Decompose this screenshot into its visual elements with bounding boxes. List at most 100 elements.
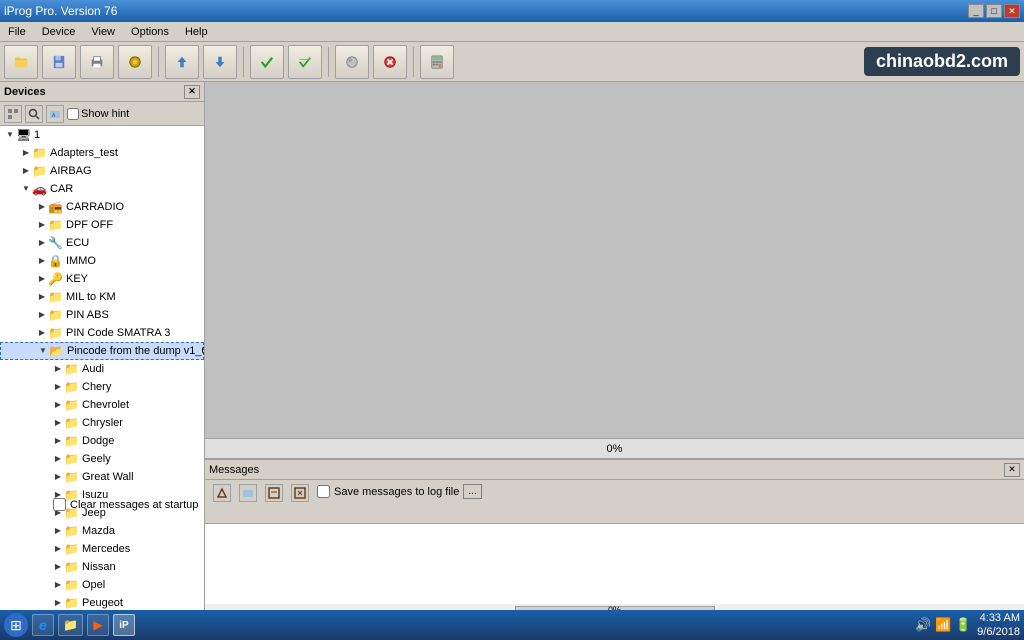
tree-label-peugeot: Peugeot: [82, 597, 123, 609]
upload-button[interactable]: [165, 45, 199, 79]
tree-item-car[interactable]: ▼🚗CAR: [0, 180, 204, 198]
tree-icon-airbag: 📁: [32, 164, 48, 178]
browse-button[interactable]: ...: [463, 484, 481, 499]
tree-icon-nissan: 📁: [64, 560, 80, 574]
taskbar-ie[interactable]: e: [32, 614, 54, 636]
msg-tb-1[interactable]: [213, 484, 231, 502]
stop-button[interactable]: [373, 45, 407, 79]
tree-label-chevrolet: Chevrolet: [82, 399, 129, 411]
toolbar-separator-3: [328, 47, 329, 77]
tree-item-miltokm[interactable]: ▶📁MIL to KM: [0, 288, 204, 306]
logo: chinaobd2.com: [864, 47, 1020, 76]
tree-item-greatwall[interactable]: ▶📁Great Wall: [0, 468, 204, 486]
tree-item-ecu[interactable]: ▶🔧ECU: [0, 234, 204, 252]
tree-item-pindump[interactable]: ▼📂Pincode from the dump v1_0_: [0, 342, 204, 360]
tree-item-immo[interactable]: ▶🔒IMMO: [0, 252, 204, 270]
collapsed-arrow-icon: ▶: [52, 417, 64, 429]
devices-header: Devices ✕: [0, 82, 204, 102]
tree-icon-pinabs: 📁: [48, 308, 64, 322]
tree-label-chery: Chery: [82, 381, 111, 393]
download-button[interactable]: [203, 45, 237, 79]
collapsed-arrow-icon: ▶: [52, 363, 64, 375]
tree-item-nissan[interactable]: ▶📁Nissan: [0, 558, 204, 576]
collapsed-arrow-icon: ▶: [20, 147, 32, 159]
tree-icon-mercedes: 📁: [64, 542, 80, 556]
expanded-arrow-icon: ▼: [37, 345, 49, 357]
collapsed-arrow-icon: ▶: [36, 237, 48, 249]
msg-tb-4[interactable]: [291, 484, 309, 502]
tree-item-airbag[interactable]: ▶📁AIRBAG: [0, 162, 204, 180]
check2-button[interactable]: [288, 45, 322, 79]
tree-icon-pindump: 📂: [49, 344, 65, 358]
tree-item-opel[interactable]: ▶📁Opel: [0, 576, 204, 594]
tree-icon-ecu: 🔧: [48, 236, 64, 250]
tree-item-root[interactable]: ▼🖥1: [0, 126, 204, 144]
taskbar-media[interactable]: ▶: [87, 614, 109, 636]
save-messages-checkbox[interactable]: [317, 485, 330, 498]
menu-view[interactable]: View: [87, 24, 119, 40]
tree-item-chevrolet[interactable]: ▶📁Chevrolet: [0, 396, 204, 414]
close-button[interactable]: ✕: [1004, 4, 1020, 18]
calculator-button[interactable]: [420, 45, 454, 79]
tree-label-root: 1: [34, 129, 40, 141]
messages-close-button[interactable]: ✕: [1004, 463, 1020, 477]
print-button[interactable]: [80, 45, 114, 79]
tree-item-audi[interactable]: ▶📁Audi: [0, 360, 204, 378]
devices-tb-1[interactable]: [4, 105, 22, 123]
run-button[interactable]: [335, 45, 369, 79]
tree-label-geely: Geely: [82, 453, 111, 465]
tree-icon-car: 🚗: [32, 182, 48, 196]
clock-date: 9/6/2018: [977, 625, 1020, 639]
tree-item-dpfoff[interactable]: ▶📁DPF OFF: [0, 216, 204, 234]
clear-messages-checkbox[interactable]: [53, 498, 66, 511]
maximize-button[interactable]: □: [986, 4, 1002, 18]
tree-item-dodge[interactable]: ▶📁Dodge: [0, 432, 204, 450]
toolbar-separator-4: [413, 47, 414, 77]
collapsed-arrow-icon: ▶: [36, 291, 48, 303]
menu-help[interactable]: Help: [181, 24, 212, 40]
collapsed-arrow-icon: ▶: [20, 165, 32, 177]
tree-item-pinabs[interactable]: ▶📁PIN ABS: [0, 306, 204, 324]
menu-file[interactable]: File: [4, 24, 30, 40]
minimize-button[interactable]: _: [968, 4, 984, 18]
tree-item-pincode3[interactable]: ▶📁PIN Code SMATRA 3: [0, 324, 204, 342]
open-button[interactable]: [4, 45, 38, 79]
main-area: Devices ✕ A Show hint ▼🖥1▶📁Adap: [0, 82, 1024, 618]
tree-icon-audi: 📁: [64, 362, 80, 376]
show-hint-label[interactable]: Show hint: [67, 108, 129, 120]
taskbar-iprog[interactable]: iP: [113, 614, 135, 636]
msg-tb-2[interactable]: [239, 484, 257, 502]
tree-item-chrysler[interactable]: ▶📁Chrysler: [0, 414, 204, 432]
tree-item-chery[interactable]: ▶📁Chery: [0, 378, 204, 396]
tree-item-mercedes[interactable]: ▶📁Mercedes: [0, 540, 204, 558]
devices-tb-3[interactable]: A: [46, 105, 64, 123]
tree-item-geely[interactable]: ▶📁Geely: [0, 450, 204, 468]
tree-label-audi: Audi: [82, 363, 104, 375]
connect-button[interactable]: [118, 45, 152, 79]
tree-icon-pincode3: 📁: [48, 326, 64, 340]
tree-label-pinabs: PIN ABS: [66, 309, 109, 321]
tree-label-opel: Opel: [82, 579, 105, 591]
tree-item-carradio[interactable]: ▶📻CARRADIO: [0, 198, 204, 216]
messages-content[interactable]: 0%: [205, 524, 1024, 614]
msg-tb-3[interactable]: [265, 484, 283, 502]
check-button[interactable]: [250, 45, 284, 79]
menu-device[interactable]: Device: [38, 24, 80, 40]
devices-tb-search[interactable]: [25, 105, 43, 123]
tree-container[interactable]: ▼🖥1▶📁Adapters_test▶📁AIRBAG▼🚗CAR▶📻CARRADI…: [0, 126, 204, 618]
menu-options[interactable]: Options: [127, 24, 173, 40]
collapsed-arrow-icon: ▶: [36, 327, 48, 339]
show-hint-checkbox[interactable]: [67, 108, 79, 120]
messages-toolbar: Save messages to log file ... Clear mess…: [205, 480, 1024, 524]
save-button[interactable]: [42, 45, 76, 79]
tree-item-mazda[interactable]: ▶📁Mazda: [0, 522, 204, 540]
taskbar-explorer[interactable]: 📁: [58, 614, 83, 636]
show-hint-text: Show hint: [81, 108, 129, 120]
devices-panel: Devices ✕ A Show hint ▼🖥1▶📁Adap: [0, 82, 205, 618]
tree-item-key[interactable]: ▶🔑KEY: [0, 270, 204, 288]
start-button[interactable]: ⊞: [4, 613, 28, 637]
tree-item-adapters[interactable]: ▶📁Adapters_test: [0, 144, 204, 162]
collapsed-arrow-icon: ▶: [52, 543, 64, 555]
devices-close-button[interactable]: ✕: [184, 85, 200, 99]
clear-messages-label: Clear messages at startup: [70, 499, 198, 511]
